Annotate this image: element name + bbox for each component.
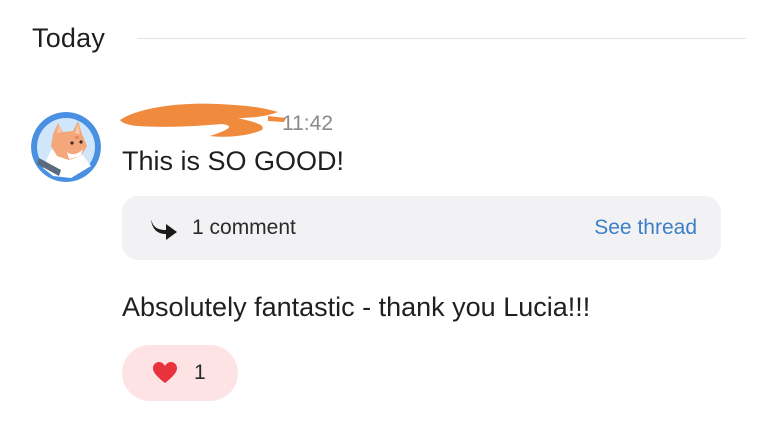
- avatar[interactable]: [31, 112, 101, 182]
- message-timestamp: 11:42: [282, 112, 333, 135]
- see-thread-link[interactable]: See thread: [594, 216, 697, 240]
- date-label: Today: [32, 22, 106, 53]
- date-divider: Today: [32, 18, 746, 58]
- thread-card[interactable]: 1 comment See thread: [122, 196, 721, 260]
- comment-count: 1 comment: [192, 216, 296, 239]
- divider-line: [137, 37, 746, 39]
- heart-reaction-chip[interactable]: 1: [122, 345, 238, 401]
- reply-arrow-icon: [146, 214, 182, 242]
- reaction-count: 1: [194, 361, 206, 384]
- redaction-scribble: [120, 103, 286, 137]
- chat-view: Today 11:42 This is SO GOOD! 1 comment S…: [0, 0, 768, 433]
- message-header: 11:42: [118, 100, 378, 144]
- message-text: This is SO GOOD!: [122, 146, 345, 176]
- cat-avatar-icon: [31, 112, 101, 182]
- message-text-2: Absolutely fantastic - thank you Lucia!!…: [122, 292, 591, 322]
- heart-icon: [152, 361, 178, 385]
